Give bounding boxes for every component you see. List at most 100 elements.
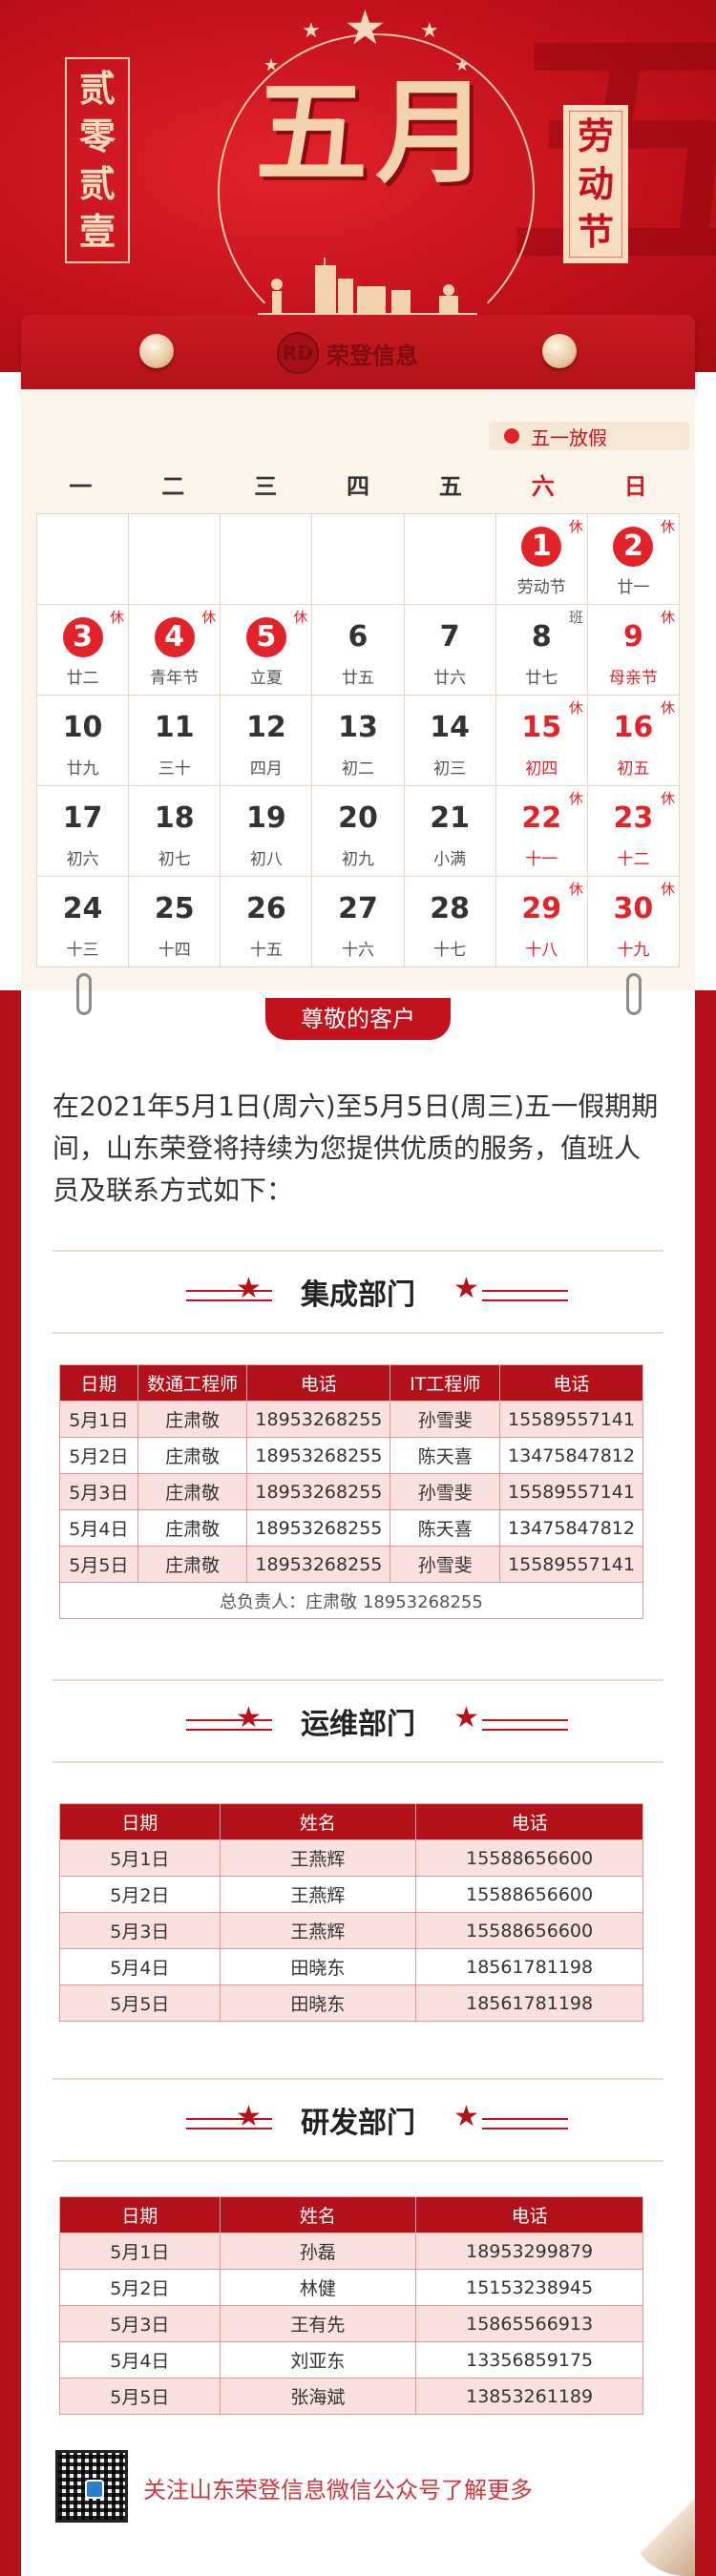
table-header-cell: 日期	[59, 1364, 138, 1402]
divider-lines-icon	[482, 1719, 568, 1731]
table-header-cell: 日期	[59, 2196, 221, 2233]
intro-text: 在2021年5月1日(周六)至5月5日(周三)五一假期期间，山东荣登将持续为您提…	[53, 1091, 659, 1206]
table-row: 5月1日 庄肃敬 18953268255 孙雪斐 15589557141	[59, 1401, 643, 1438]
year-char: 贰	[78, 162, 116, 205]
day-number: 11	[154, 711, 195, 744]
rest-day-tag: 休	[568, 699, 583, 717]
rest-day-tag: 休	[660, 881, 675, 898]
lunar-label: 廿五	[341, 669, 374, 688]
table-row: 5月2日 林健 15153238945	[59, 2269, 643, 2306]
integration-table: 日期 数通工程师 电话 IT工程师 电话 5月1日 庄肃敬 18953268255 孙…	[59, 1364, 643, 1619]
calendar-day-28: 28 十七	[404, 877, 496, 967]
lunar-label: 初三	[433, 759, 467, 779]
table-cell: 5月4日	[59, 1948, 221, 1985]
day-number: 12	[245, 711, 286, 744]
table-cell: 5月4日	[59, 2341, 221, 2379]
weekday-label: 五	[438, 473, 462, 500]
calendar-day-4: 4 青年节 休	[129, 605, 221, 696]
lunar-label: 廿九	[66, 759, 99, 779]
calendar-day-22: 22 十一休	[495, 786, 588, 877]
holiday-char: 节	[577, 210, 614, 253]
calendar-day-9: 9 母亲节休	[587, 605, 680, 696]
table-cell: 13356859175	[415, 2341, 643, 2379]
table-row: 5月4日 刘亚东 13356859175	[59, 2341, 643, 2379]
lunar-label: 初八	[249, 850, 283, 869]
day-number: 28	[430, 892, 470, 925]
brand-name: 荣登信息	[326, 342, 418, 369]
binder-ring-icon	[139, 334, 174, 368]
calendar-day-30: 30 十九休	[587, 877, 680, 967]
rest-day-tag: 休	[293, 609, 308, 626]
binder-ring-icon	[542, 334, 577, 368]
table-header-cell: 电话	[415, 1803, 643, 1840]
lunar-label: 三十	[158, 759, 191, 779]
table-header-cell: 电话	[499, 1364, 643, 1402]
lunar-label: 母亲节	[608, 669, 658, 688]
table-cell: 15865566913	[415, 2305, 643, 2342]
table-row: 5月5日 田晓东 18561781198	[59, 1984, 643, 2022]
table-cell: 13853261189	[415, 2378, 643, 2415]
section-title: 研发部门	[301, 2107, 415, 2140]
table-row: 5月1日 孙磊 18953299879	[59, 2233, 643, 2270]
year-char: 壹	[78, 210, 116, 253]
table-cell: 18953268255	[246, 1473, 391, 1510]
table-row: 总负责人：庄肃敬 18953268255	[59, 1582, 643, 1619]
weekday-label: 六	[531, 473, 555, 500]
rest-day-tag: 休	[201, 609, 217, 626]
calendar-grid: 1 劳动节休 2 廿一休 3 廿二休 4 青年节休 5 立夏休 6 廿五 7 廿六 8 廿七班 9 母亲节休 10 廿…	[36, 513, 680, 967]
table-cell: 5月5日	[59, 2378, 221, 2415]
day-number: 17	[62, 801, 103, 835]
table-cell: 15588656600	[415, 1839, 643, 1877]
table-row: 5月1日 王燕辉 15588656600	[59, 1839, 643, 1877]
lunar-label: 十八	[525, 941, 558, 960]
calendar-empty-cell	[221, 514, 313, 605]
holiday-char: 劳	[577, 114, 614, 157]
table-cell: 陈天喜	[390, 1509, 501, 1547]
calendar-day-19: 19 初八	[221, 786, 313, 877]
star-icon: ★	[302, 19, 321, 43]
total-responsible: 总负责人：庄肃敬 18953268255	[59, 1582, 643, 1619]
day-number: 4	[154, 617, 195, 657]
lunar-label: 初二	[341, 759, 374, 779]
calendar-day-29: 29 十八休	[495, 877, 588, 967]
table-cell: 15589557141	[499, 1546, 643, 1583]
table-cell: 孙雪斐	[390, 1546, 501, 1583]
table-header-cell: 数通工程师	[137, 1364, 248, 1402]
lunar-label: 十五	[249, 941, 283, 960]
table-cell: 5月5日	[59, 1546, 138, 1583]
lunar-label: 初五	[617, 759, 650, 779]
day-number: 10	[62, 711, 103, 744]
table-row: 5月2日 王燕辉 15588656600	[59, 1876, 643, 1913]
holiday-legend: 五一放假	[489, 422, 689, 450]
section-header-rnd: ★ 研发部门 ★	[53, 2078, 663, 2162]
calendar-day-27: 27 十六	[312, 877, 405, 967]
wechat-qr-code	[55, 2450, 128, 2523]
lunar-label: 廿二	[66, 669, 99, 688]
rest-day-tag: 休	[568, 518, 583, 535]
rest-day-tag: 休	[110, 609, 125, 626]
day-number: 6	[347, 620, 369, 654]
table-row: 5月5日 张海斌 13853261189	[59, 2378, 643, 2415]
day-number: 25	[154, 892, 195, 925]
calendar-day-11: 11 三十	[129, 696, 221, 786]
weekday-label: 四	[346, 473, 369, 500]
day-number: 19	[245, 801, 286, 835]
star-icon: ★	[453, 1272, 479, 1305]
table-cell: 5月2日	[59, 1876, 221, 1913]
table-cell: 13475847812	[499, 1437, 643, 1474]
calendar-day-21: 21 小满	[404, 786, 496, 877]
calendar-day-13: 13 初二	[312, 696, 405, 786]
day-number: 5	[245, 617, 286, 657]
calendar-header-bar: RD 荣登信息	[21, 315, 695, 391]
calendar-day-16: 16 初五休	[587, 696, 680, 786]
table-row: 5月3日 庄肃敬 18953268255 孙雪斐 15589557141	[59, 1473, 643, 1510]
table-cell: 王燕辉	[219, 1876, 417, 1913]
lunar-label: 初九	[341, 850, 374, 869]
lunar-label: 十四	[158, 941, 191, 960]
table-cell: 孙磊	[219, 2233, 417, 2270]
table-cell: 庄肃敬	[137, 1509, 248, 1547]
table-cell: 庄肃敬	[137, 1473, 248, 1510]
table-cell: 庄肃敬	[137, 1401, 248, 1438]
table-header-cell: 姓名	[219, 2196, 417, 2233]
star-icon: ★	[453, 2100, 479, 2133]
